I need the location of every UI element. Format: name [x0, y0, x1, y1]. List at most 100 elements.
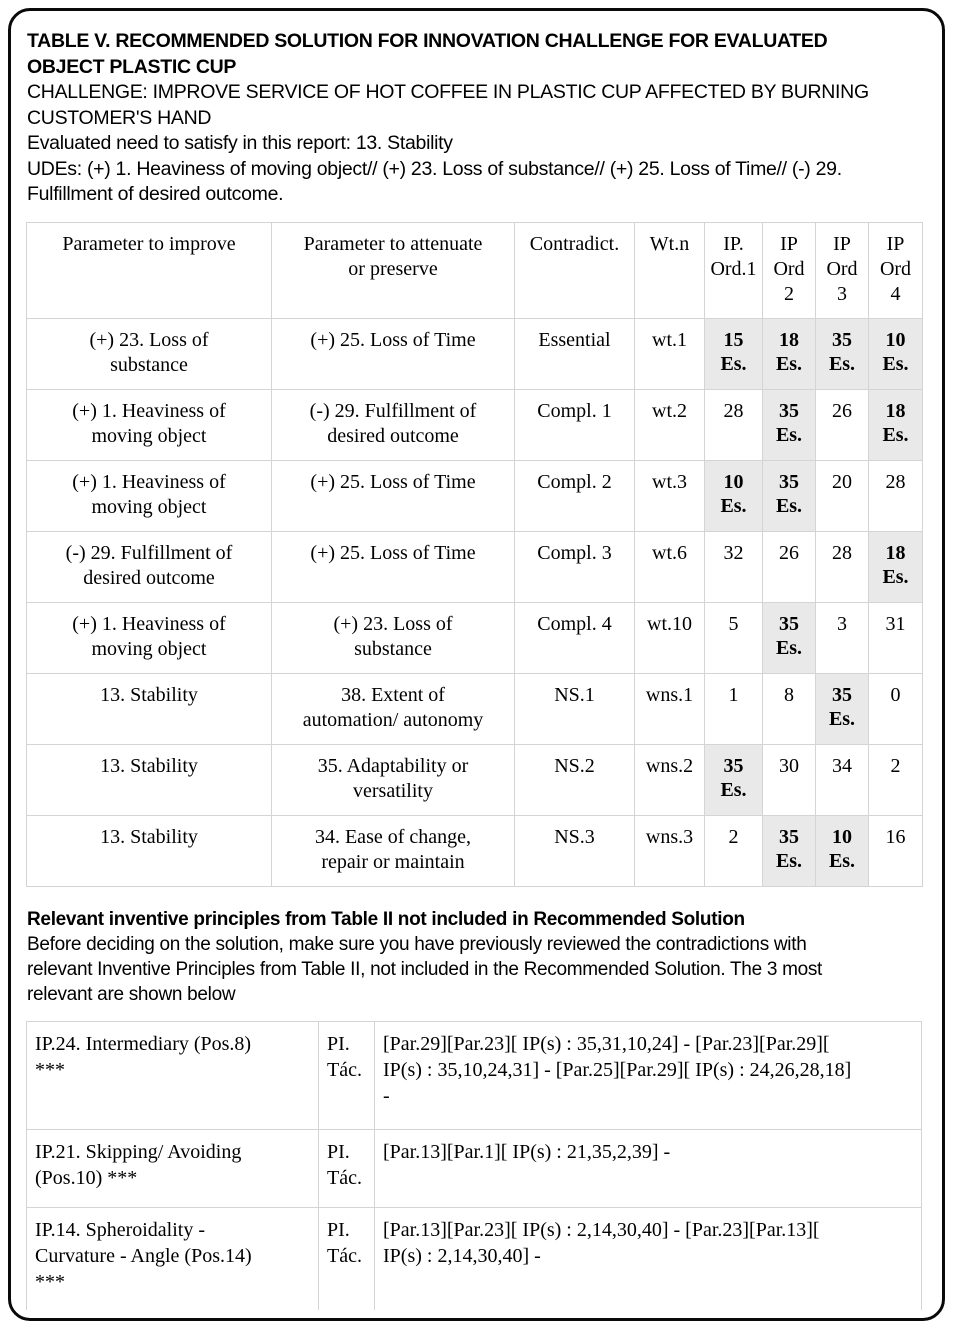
cell-text-line-2: *** [35, 1058, 65, 1081]
relevant-principles-note: Relevant inventive principles from Table… [23, 907, 930, 1007]
cell-parameter-improve: (+) 23. Loss of substance [26, 317, 272, 390]
principle-row: IP.24. Intermediary (Pos.8) *** PI. Tác. [Pa… [26, 1020, 922, 1130]
cell-text-line-1: (+) 25. Loss of Time [310, 541, 476, 564]
principle-row: IP.21. Skipping/ Avoiding (Pos.10) *** PI.… [26, 1128, 922, 1208]
table-row: (+) 23. Loss of substance (+) 25. Loss of … [26, 317, 923, 390]
cell-text-line-2: Tác. [327, 1166, 362, 1189]
cell-contradict: Compl. 2 [514, 459, 635, 532]
cell-principle-name: IP.24. Intermediary (Pos.8) *** [26, 1020, 319, 1130]
relevant-principles-para-line-3: relevant are shown below [27, 983, 236, 1005]
cell-value: 35 [779, 470, 799, 493]
document-body: TABLE V. RECOMMENDED SOLUTION FOR INNOVA… [23, 23, 930, 1310]
cell-ip-ord-3: 20 [815, 459, 869, 532]
cell-text-line-3: *** [35, 1270, 65, 1293]
challenge-line-2: CUSTOMER'S HAND [27, 106, 212, 129]
cell-value: 0 [890, 683, 901, 706]
cell-parameter-attenuate: (+) 25. Loss of Time [271, 530, 515, 603]
column-header-ip-ord-4: IP Ord 4 [868, 221, 923, 319]
essential-marker: Es. [775, 636, 803, 659]
cell-text-line-1: IP.14. Spheroidality - [35, 1218, 205, 1241]
cell-value: 10 [885, 328, 906, 351]
cell-ip-ord-1: 28 [704, 388, 763, 461]
cell-text-line-1: [Par.13][Par.23][ IP(s) : 2,14,30,40] - … [383, 1218, 820, 1241]
cell-text-line-2: substance [110, 353, 188, 376]
column-header-ip-ord-1: IP. Ord.1 [704, 221, 763, 319]
cell-wt: wt.3 [634, 459, 705, 532]
cell-contradict: Compl. 1 [514, 388, 635, 461]
essential-marker: Es. [828, 352, 856, 375]
cell-value: 8 [784, 683, 794, 706]
cell-value: 2 [728, 825, 739, 848]
column-header-parameter-improve: Parameter to improve [26, 221, 272, 319]
cell-contradict: NS.2 [514, 743, 635, 816]
cell-text: wns.2 [645, 754, 694, 777]
cell-text: wt.1 [652, 328, 687, 351]
cell-text-line-3: - [383, 1084, 390, 1107]
cell-text-line-1: 13. Stability [100, 825, 198, 848]
cell-text-line-2: moving object [91, 424, 207, 447]
cell-text-line-1: (-) 29. Fulfillment of [65, 541, 233, 564]
cell-text-line-2: substance [354, 637, 432, 660]
cell-ip-ord-4: 31 [868, 601, 923, 674]
table-title-line-2: OBJECT PLASTIC CUP [27, 55, 237, 78]
cell-ip-ord-4: 18 Es. [868, 388, 923, 461]
cell-text-line-1: 35. Adaptability or [317, 754, 469, 777]
principle-row: IP.14. Spheroidality - Curvature - Angle … [26, 1206, 922, 1310]
header-text: Parameter to improve [62, 232, 236, 255]
cell-parameter-attenuate: (+) 23. Loss of substance [271, 601, 515, 674]
cell-parameter-improve: (+) 1. Heaviness of moving object [26, 388, 272, 461]
relevant-principles-para-line-1: Before deciding on the solution, make su… [27, 933, 807, 955]
cell-wt: wt.10 [634, 601, 705, 674]
cell-ip-ord-2: 26 [762, 530, 816, 603]
cell-ip-ord-2: 8 [762, 672, 816, 745]
cell-text-line-2: (Pos.10) *** [35, 1166, 138, 1189]
cell-principle-tactic: PI. Tác. [318, 1206, 375, 1310]
cell-parameter-attenuate: 34. Ease of change, repair or maintain [271, 814, 515, 887]
cell-parameter-improve: (-) 29. Fulfillment of desired outcome [26, 530, 272, 603]
cell-text-line-1: PI. [327, 1218, 350, 1241]
header-text: Contradict. [529, 232, 620, 255]
cell-parameter-attenuate: 35. Adaptability or versatility [271, 743, 515, 816]
cell-ip-ord-4: 18 Es. [868, 530, 923, 603]
cell-ip-ord-2: 35 Es. [762, 459, 816, 532]
cell-wt: wns.3 [634, 814, 705, 887]
table-row: 13. Stability 35. Adaptability or versatil… [26, 743, 923, 816]
essential-marker: Es. [882, 565, 909, 588]
cell-parameter-attenuate: (-) 29. Fulfillment of desired outcome [271, 388, 515, 461]
cell-text-line-1: PI. [327, 1140, 350, 1163]
cell-value: 28 [885, 470, 906, 493]
cell-ip-ord-2: 35 Es. [762, 388, 816, 461]
cell-ip-ord-1: 5 [704, 601, 763, 674]
cell-wt: wt.2 [634, 388, 705, 461]
cell-text: Compl. 4 [537, 612, 612, 635]
cell-text: wt.6 [652, 541, 687, 564]
cell-ip-ord-1: 10 Es. [704, 459, 763, 532]
cell-ip-ord-3: 28 [815, 530, 869, 603]
cell-parameter-improve: 13. Stability [26, 814, 272, 887]
table-row: (+) 1. Heaviness of moving object (+) 23. … [26, 601, 923, 674]
cell-text-line-1: IP.21. Skipping/ Avoiding [35, 1140, 242, 1163]
cell-text-line-2: moving object [91, 495, 207, 518]
cell-principle-body: [Par.13][Par.1][ IP(s) : 21,35,2,39] - [374, 1128, 922, 1208]
cell-ip-ord-4: 0 [868, 672, 923, 745]
cell-wt: wns.2 [634, 743, 705, 816]
cell-ip-ord-2: 35 Es. [762, 814, 816, 887]
cell-text-line-1: (+) 1. Heaviness of [72, 399, 226, 422]
cell-text-line-2: IP(s) : 2,14,30,40] - [383, 1244, 541, 1267]
cell-parameter-improve: 13. Stability [26, 743, 272, 816]
cell-principle-body: [Par.29][Par.23][ IP(s) : 35,31,10,24] -… [374, 1020, 922, 1130]
cell-principle-name: IP.21. Skipping/ Avoiding (Pos.10) *** [26, 1128, 319, 1208]
cell-parameter-improve: (+) 1. Heaviness of moving object [26, 459, 272, 532]
cell-value: 16 [885, 825, 906, 848]
essential-marker: Es. [775, 423, 803, 446]
cell-contradict: NS.1 [514, 672, 635, 745]
cell-text-line-1: 13. Stability [100, 754, 198, 777]
cell-value: 35 [832, 328, 852, 351]
essential-marker: Es. [828, 849, 856, 872]
cell-value: 20 [832, 470, 852, 493]
cell-ip-ord-3: 26 [815, 388, 869, 461]
cell-text-line-1: (+) 25. Loss of Time [310, 328, 476, 351]
cell-parameter-attenuate: 38. Extent of automation/ autonomy [271, 672, 515, 745]
cell-text-line-1: (-) 29. Fulfillment of [309, 399, 477, 422]
table-header-row: Parameter to improve Parameter to attenu… [26, 221, 923, 319]
